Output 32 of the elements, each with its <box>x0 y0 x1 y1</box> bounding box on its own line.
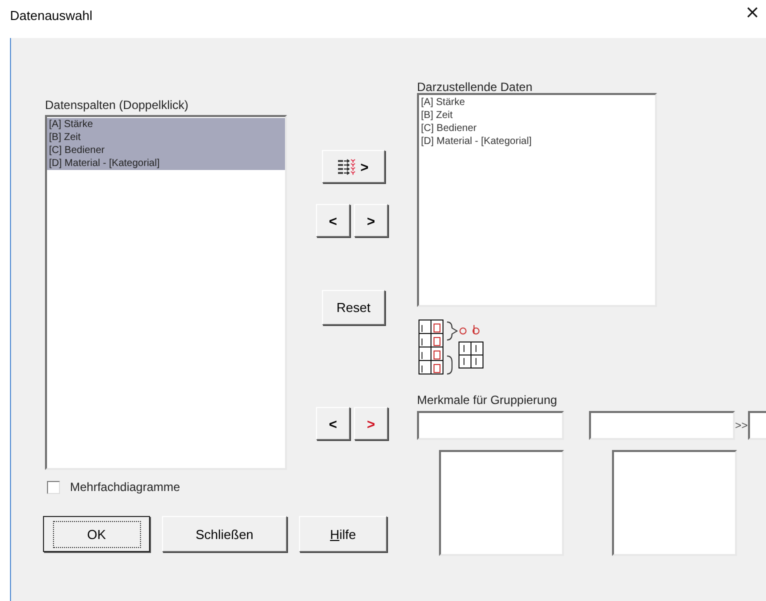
dialog-button[interactable]: OK <box>43 516 150 552</box>
list-item[interactable]: [D] Material - [Kategorial] <box>47 157 285 170</box>
section-label: Merkmale für Gruppierung <box>417 393 558 408</box>
list-box[interactable]: [A] Stärke [B] Zeit [C] Bediener [D] Material - [Kategorial] <box>417 93 657 307</box>
list-item[interactable]: [B] Zeit <box>419 109 655 122</box>
dialog-button[interactable]: Hilfe <box>299 516 387 552</box>
move-button[interactable]: < <box>316 407 350 440</box>
list-item[interactable]: [C] Bediener <box>419 122 655 135</box>
list-item[interactable]: [C] Bediener <box>47 144 285 157</box>
list-item[interactable]: [B] Zeit <box>47 131 285 144</box>
list-item[interactable]: [D] Material - [Kategorial] <box>419 135 655 148</box>
close-button[interactable]: × <box>744 3 760 23</box>
move-button[interactable]: > <box>354 407 388 440</box>
list-box[interactable] <box>612 450 737 556</box>
move-button[interactable]: > <box>354 204 388 237</box>
checkbox-label: Mehrfachdiagramme <box>70 480 180 494</box>
list-box[interactable]: [A] Stärke [B] Zeit [C] Bediener [D] Material - [Kategorial] <box>45 115 287 470</box>
input-field[interactable] <box>417 411 564 440</box>
list-label: Datenspalten (Doppelklick) <box>45 98 190 112</box>
input-field[interactable] <box>589 411 735 440</box>
add-all-button[interactable]: > <box>322 150 385 183</box>
reset-button[interactable]: Reset <box>322 290 385 325</box>
list-label: Darzustellende Daten <box>417 80 534 94</box>
window-title: Datenauswahl <box>10 8 92 23</box>
list-box[interactable] <box>439 450 564 556</box>
list-arrows-icon <box>338 158 356 174</box>
move-button[interactable]: < <box>316 204 350 237</box>
more-button[interactable]: >> <box>735 420 748 432</box>
list-item[interactable]: [A] Stärke <box>47 118 285 131</box>
dialog-button[interactable]: Schließen <box>162 516 287 552</box>
list-item[interactable]: [A] Stärke <box>419 96 655 109</box>
checkbox[interactable] <box>47 480 60 494</box>
